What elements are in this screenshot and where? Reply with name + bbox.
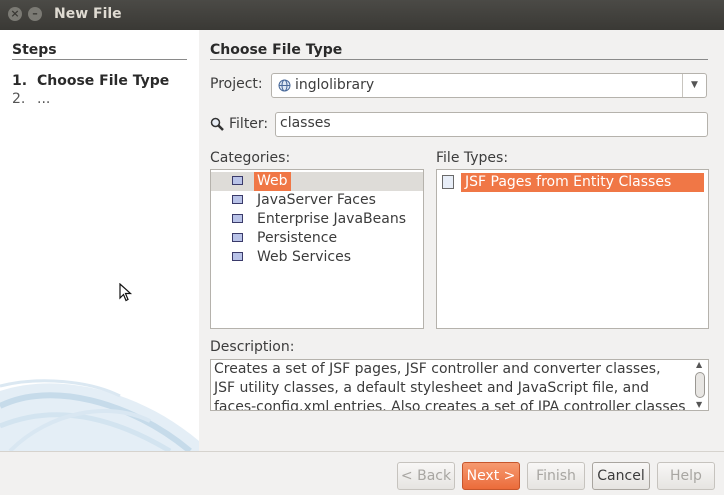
file-types-list[interactable]: JSF Pages from Entity Classes xyxy=(436,169,709,329)
section-divider xyxy=(210,59,708,60)
search-icon xyxy=(210,117,224,131)
category-label: Web Services xyxy=(257,249,352,265)
file-template-icon xyxy=(442,175,454,189)
description-text: Creates a set of JSF pages, JSF controll… xyxy=(214,361,686,411)
file-type-label: JSF Pages from Entity Classes xyxy=(461,173,704,192)
category-label: Web xyxy=(254,172,291,191)
help-button[interactable]: Help xyxy=(657,462,715,490)
back-button[interactable]: < Back xyxy=(397,462,455,490)
scroll-thumb[interactable] xyxy=(695,372,705,398)
category-item-web[interactable]: Web xyxy=(211,172,423,191)
filter-input[interactable]: classes xyxy=(275,112,708,137)
folder-icon xyxy=(232,233,243,242)
globe-icon xyxy=(278,79,291,92)
filter-label: Filter: xyxy=(229,116,269,132)
file-type-item-jsf-pages[interactable]: JSF Pages from Entity Classes xyxy=(437,172,708,193)
category-label: Persistence xyxy=(257,230,338,246)
categories-label: Categories: xyxy=(210,150,291,166)
step-item-1: 1. Choose File Type xyxy=(12,73,169,89)
category-label: Enterprise JavaBeans xyxy=(257,211,407,227)
project-combobox[interactable]: inglolibrary ▼ xyxy=(271,73,707,98)
step-label: ... xyxy=(37,91,51,107)
category-item-enterprise-javabeans[interactable]: Enterprise JavaBeans xyxy=(211,210,423,229)
category-label: JavaServer Faces xyxy=(257,192,376,208)
window-title: New File xyxy=(54,6,122,22)
step-number: 2. xyxy=(12,91,26,107)
section-title: Choose File Type xyxy=(210,42,343,58)
project-value: inglolibrary xyxy=(295,77,375,93)
category-item-web-services[interactable]: Web Services xyxy=(211,248,423,267)
folder-icon xyxy=(232,252,243,261)
step-item-2: 2.... xyxy=(12,91,50,107)
cancel-button[interactable]: Cancel xyxy=(592,462,650,490)
finish-button[interactable]: Finish xyxy=(527,462,585,490)
step-label: Choose File Type xyxy=(37,73,170,89)
steps-heading: Steps xyxy=(12,42,57,58)
folder-icon xyxy=(232,176,243,185)
steps-divider xyxy=(12,59,187,60)
folder-icon xyxy=(232,195,243,204)
category-item-javaserver-faces[interactable]: JavaServer Faces xyxy=(211,191,423,210)
project-label: Project: xyxy=(210,76,263,92)
minimize-window-icon[interactable]: – xyxy=(28,7,42,21)
file-types-label: File Types: xyxy=(436,150,509,166)
main-panel: Choose File Type Project: inglolibrary ▼… xyxy=(199,30,724,451)
title-bar: × – New File xyxy=(0,0,724,30)
description-label: Description: xyxy=(210,339,295,355)
scroll-up-icon[interactable]: ▲ xyxy=(696,360,702,369)
folder-icon xyxy=(232,214,243,223)
footer-divider xyxy=(0,451,724,452)
step-number: 1. xyxy=(12,73,28,89)
steps-panel: Steps 1. Choose File Type 2.... xyxy=(0,30,199,451)
dropdown-arrow-icon[interactable]: ▼ xyxy=(682,74,706,97)
category-item-persistence[interactable]: Persistence xyxy=(211,229,423,248)
mouse-cursor-icon xyxy=(119,283,133,302)
scroll-down-icon[interactable]: ▼ xyxy=(696,400,702,409)
next-button[interactable]: Next > xyxy=(462,462,520,490)
categories-list[interactable]: Web JavaServer Faces Enterprise JavaBean… xyxy=(210,169,424,329)
description-area[interactable]: Creates a set of JSF pages, JSF controll… xyxy=(210,359,709,411)
description-scrollbar[interactable]: ▲ ▼ xyxy=(693,360,707,410)
decorative-swoosh-graphic xyxy=(0,379,199,451)
close-window-icon[interactable]: × xyxy=(8,7,22,21)
